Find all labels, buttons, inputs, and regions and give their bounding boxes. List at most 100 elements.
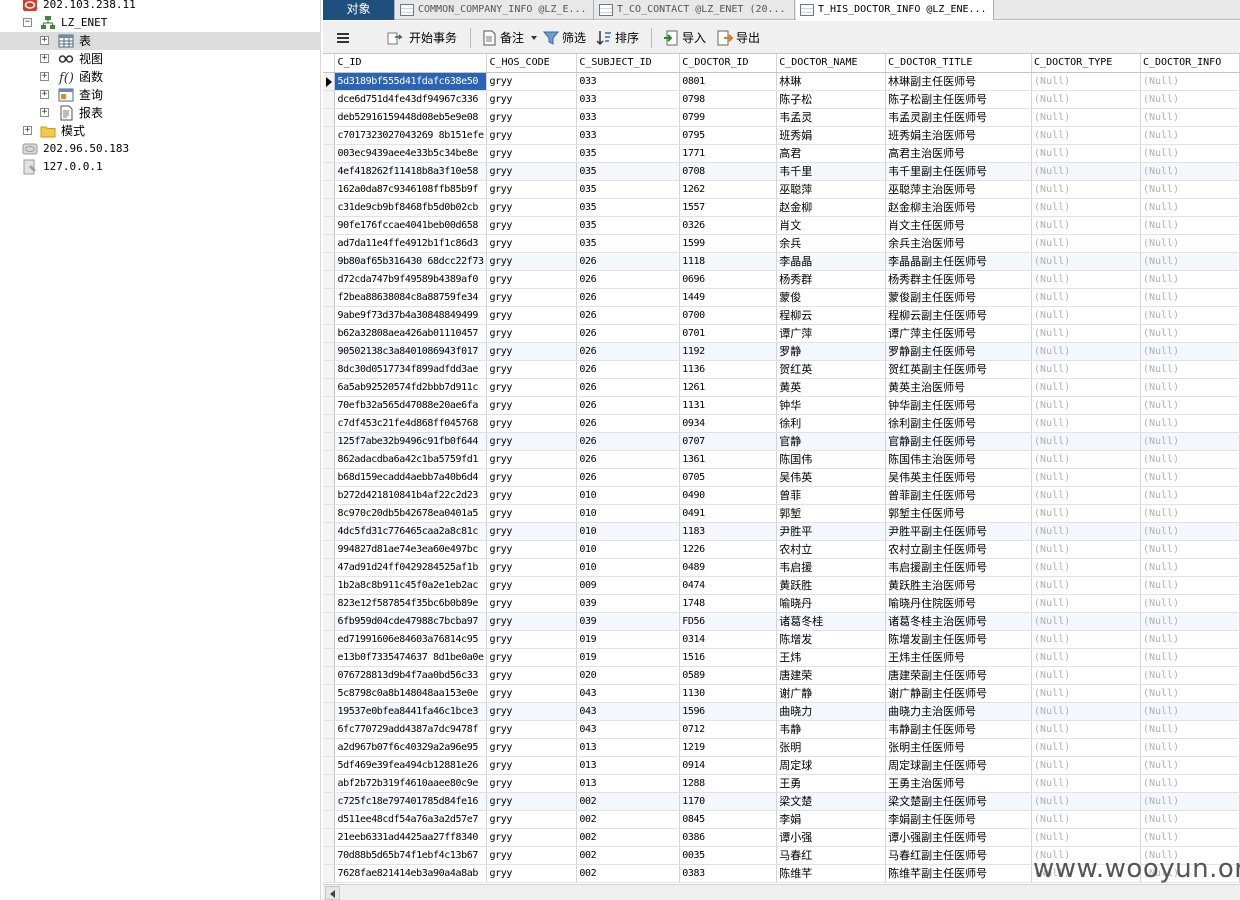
table-cell[interactable]: 0795: [679, 126, 778, 145]
null-cell[interactable]: (Null): [1140, 522, 1240, 541]
tab-t-co-contact[interactable]: T_CO_CONTACT @LZ_ENET (20...: [595, 0, 795, 20]
table-cell[interactable]: 贺红英: [776, 360, 887, 379]
table-cell[interactable]: 班秀娟主治医师号: [885, 126, 1033, 145]
row-indicator[interactable]: [323, 576, 336, 595]
table-row[interactable]: 70efb32a565d47088e20ae6fa gryy 026 1131 钟华 钟华…: [323, 396, 1240, 415]
table-cell[interactable]: 125f7abe32b9496c91fb0f644: [334, 432, 488, 451]
table-cell[interactable]: 4dc5fd31c776465caa2a8c81c: [334, 522, 488, 541]
table-cell[interactable]: 赵金柳主治医师号: [885, 198, 1033, 217]
table-cell[interactable]: gryy: [486, 522, 578, 541]
table-cell[interactable]: d72cda747b9f49589b4389af0: [334, 270, 488, 289]
table-cell[interactable]: 002: [576, 792, 681, 811]
table-cell[interactable]: 陈子松副主任医师号: [885, 90, 1033, 109]
tree-node-schema[interactable]: − LZ_ENET: [0, 14, 321, 32]
table-cell[interactable]: 1b2a8c8b911c45f0a2e1eb2ac: [334, 576, 488, 595]
table-cell[interactable]: gryy: [486, 126, 578, 145]
null-cell[interactable]: (Null): [1031, 684, 1141, 703]
null-cell[interactable]: (Null): [1031, 216, 1141, 235]
table-cell[interactable]: 010: [576, 558, 681, 577]
table-cell[interactable]: 026: [576, 324, 681, 343]
row-indicator[interactable]: [323, 504, 336, 523]
table-cell[interactable]: gryy: [486, 180, 578, 199]
expand-toggle[interactable]: +: [40, 54, 49, 63]
null-cell[interactable]: (Null): [1140, 576, 1240, 595]
table-cell[interactable]: 王炜: [776, 648, 887, 667]
table-cell[interactable]: 高君主治医师号: [885, 144, 1033, 163]
expand-toggle[interactable]: +: [40, 90, 49, 99]
null-cell[interactable]: (Null): [1031, 144, 1141, 163]
table-cell[interactable]: gryy: [486, 108, 578, 127]
table-cell[interactable]: 韦启援副主任医师号: [885, 558, 1033, 577]
row-indicator[interactable]: [323, 684, 336, 703]
table-cell[interactable]: 林琳: [776, 72, 887, 91]
row-indicator[interactable]: [323, 468, 336, 487]
table-row[interactable]: 8c970c20db5b42678ea0401a5 gryy 010 0491 郭堑 郭堑…: [323, 504, 1240, 523]
table-cell[interactable]: 0712: [679, 720, 778, 739]
column-header[interactable]: C_DOCTOR_INFO: [1140, 54, 1240, 73]
table-cell[interactable]: 0490: [679, 486, 778, 505]
table-row[interactable]: c7df453c21fe4d868ff045768 gryy 026 0934 徐利 徐利…: [323, 414, 1240, 433]
table-cell[interactable]: gryy: [486, 252, 578, 271]
null-cell[interactable]: (Null): [1031, 306, 1141, 325]
row-indicator[interactable]: [323, 198, 336, 217]
table-cell[interactable]: 019: [576, 630, 681, 649]
table-cell[interactable]: 035: [576, 234, 681, 253]
row-indicator[interactable]: [323, 234, 336, 253]
expand-toggle[interactable]: +: [23, 126, 32, 135]
null-cell[interactable]: (Null): [1140, 666, 1240, 685]
column-header[interactable]: C_DOCTOR_ID: [679, 54, 778, 73]
table-cell[interactable]: 谭小强副主任医师号: [885, 828, 1033, 847]
null-cell[interactable]: (Null): [1031, 828, 1141, 847]
null-cell[interactable]: (Null): [1031, 612, 1141, 631]
table-cell[interactable]: 李晶晶副主任医师号: [885, 252, 1033, 271]
null-cell[interactable]: (Null): [1140, 810, 1240, 829]
table-cell[interactable]: 21eeb6331ad4425aa27ff8340: [334, 828, 488, 847]
null-cell[interactable]: (Null): [1140, 702, 1240, 721]
expand-toggle[interactable]: +: [40, 72, 49, 81]
null-cell[interactable]: (Null): [1140, 162, 1240, 181]
table-cell[interactable]: b68d159ecadd4aebb7a40b6d4: [334, 468, 488, 487]
row-indicator[interactable]: [323, 252, 336, 271]
null-cell[interactable]: (Null): [1031, 360, 1141, 379]
table-cell[interactable]: gryy: [486, 630, 578, 649]
table-cell[interactable]: 赵金柳: [776, 198, 887, 217]
row-indicator[interactable]: [323, 126, 336, 145]
table-cell[interactable]: c7df453c21fe4d868ff045768: [334, 414, 488, 433]
table-cell[interactable]: 033: [576, 90, 681, 109]
table-cell[interactable]: ad7da11e4ffe4912b1f1c86d3: [334, 234, 488, 253]
table-cell[interactable]: gryy: [486, 144, 578, 163]
table-row[interactable]: b272d421810841b4af22c2d23 gryy 010 0490 曾菲 曾菲…: [323, 486, 1240, 505]
table-row[interactable]: 4ef418262f11418b8a3f10e58 gryy 035 0708 韦千里韦…: [323, 162, 1240, 181]
null-cell[interactable]: (Null): [1031, 450, 1141, 469]
null-cell[interactable]: (Null): [1140, 486, 1240, 505]
table-cell[interactable]: 1596: [679, 702, 778, 721]
table-cell[interactable]: 1131: [679, 396, 778, 415]
null-cell[interactable]: (Null): [1140, 558, 1240, 577]
row-indicator[interactable]: [323, 540, 336, 559]
table-cell[interactable]: 70efb32a565d47088e20ae6fa: [334, 396, 488, 415]
null-cell[interactable]: (Null): [1031, 324, 1141, 343]
table-cell[interactable]: 035: [576, 180, 681, 199]
null-cell[interactable]: (Null): [1140, 144, 1240, 163]
table-cell[interactable]: gryy: [486, 864, 578, 883]
null-cell[interactable]: (Null): [1140, 324, 1240, 343]
row-indicator[interactable]: [323, 648, 336, 667]
table-cell[interactable]: 蒙俊: [776, 288, 887, 307]
table-cell[interactable]: 谭广萍主任医师号: [885, 324, 1033, 343]
row-indicator[interactable]: [323, 396, 336, 415]
table-cell[interactable]: 韦千里: [776, 162, 887, 181]
table-row[interactable]: 6fc770729add4387a7dc9478f gryy 043 0712 韦静 韦静…: [323, 720, 1240, 739]
null-cell[interactable]: (Null): [1031, 630, 1141, 649]
table-cell[interactable]: gryy: [486, 378, 578, 397]
table-cell[interactable]: gryy: [486, 576, 578, 595]
table-cell[interactable]: 唐建荣副主任医师号: [885, 666, 1033, 685]
null-cell[interactable]: (Null): [1140, 198, 1240, 217]
null-cell[interactable]: (Null): [1140, 540, 1240, 559]
table-cell[interactable]: gryy: [486, 198, 578, 217]
table-cell[interactable]: 蒙俊副主任医师号: [885, 288, 1033, 307]
null-cell[interactable]: (Null): [1031, 792, 1141, 811]
table-row[interactable]: 90fe176fccae4041beb00d658 gryy 035 0326 肖文 肖文…: [323, 216, 1240, 235]
table-row[interactable]: 5d3189bf555d41fdafc638e50 gryy 033 0801 林琳 林琳…: [323, 72, 1240, 91]
table-row[interactable]: 90502138c3a8401086943f017 gryy 026 1192 罗静 罗静…: [323, 342, 1240, 361]
table-cell[interactable]: 0707: [679, 432, 778, 451]
